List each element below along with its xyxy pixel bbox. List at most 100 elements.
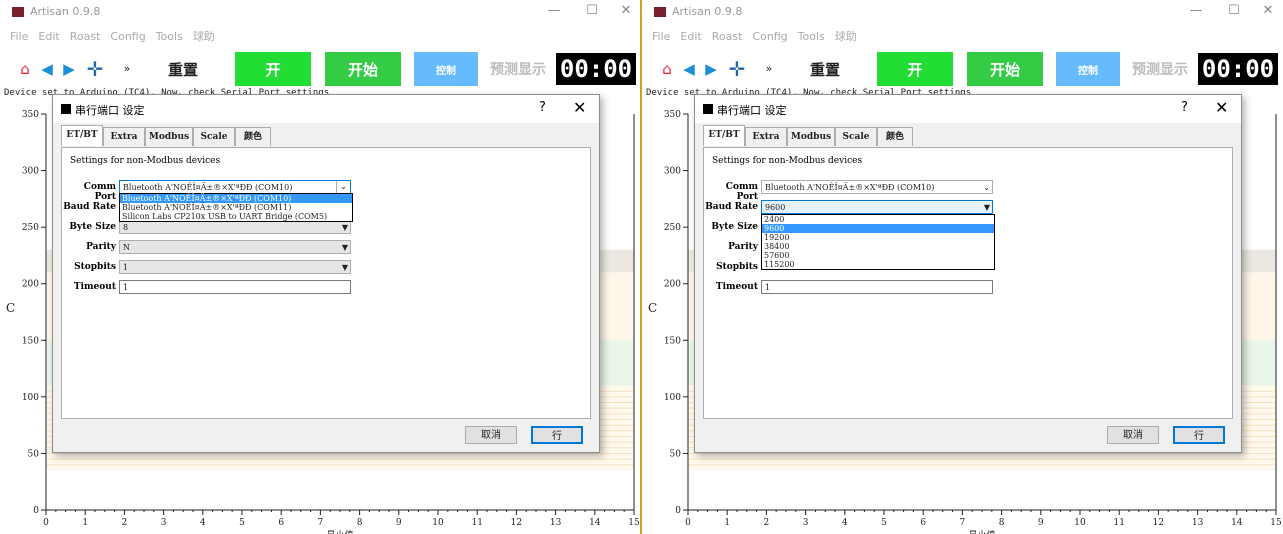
- y-tick-label: 300: [664, 167, 681, 177]
- parity-select[interactable]: N ▼: [119, 240, 351, 254]
- control-button[interactable]: 控制: [1056, 52, 1120, 86]
- tab-modbus[interactable]: Modbus: [145, 127, 193, 146]
- stopbits-label: Stopbits: [74, 262, 116, 272]
- menu-help[interactable]: 球助: [193, 28, 215, 44]
- tab-scale[interactable]: Scale: [835, 127, 877, 146]
- menu-help[interactable]: 球助: [835, 28, 857, 44]
- control-button[interactable]: 控制: [414, 52, 478, 86]
- timer-lcd: 00:00: [1198, 53, 1278, 85]
- back-icon[interactable]: ◀: [38, 60, 56, 78]
- tab-et-bt[interactable]: ET/BT: [703, 125, 745, 146]
- byte-size-value: 8: [123, 223, 129, 232]
- pan-icon[interactable]: ✛: [728, 59, 746, 79]
- x-tick-label: 11: [1113, 518, 1124, 528]
- menu-edit[interactable]: Edit: [38, 30, 59, 43]
- stopbits-select[interactable]: 1 ▼: [119, 260, 351, 274]
- comm-port-value: Bluetooth A'NOÊÎ¤Ä±®×X'ªÐÐ (COM10): [123, 183, 293, 192]
- help-icon[interactable]: ?: [539, 100, 546, 115]
- baud-rate-select[interactable]: 9600 ▼: [761, 200, 993, 214]
- menu-config[interactable]: Config: [752, 30, 787, 43]
- popup-option[interactable]: 2400: [762, 215, 994, 224]
- menu-roast[interactable]: Roast: [70, 30, 101, 43]
- close-icon[interactable]: ✕: [1258, 3, 1278, 18]
- menu-file[interactable]: File: [652, 30, 670, 43]
- dropdown-arrow-icon[interactable]: ▼: [984, 201, 990, 215]
- menu-tools[interactable]: Tools: [798, 30, 825, 43]
- minimize-icon[interactable]: —: [1186, 3, 1206, 18]
- ok-button[interactable]: 行: [1173, 426, 1225, 444]
- start-button[interactable]: 开始: [325, 52, 401, 86]
- reset-button[interactable]: 重置: [145, 52, 221, 86]
- back-icon[interactable]: ◀: [680, 60, 698, 78]
- dropdown-arrow-icon[interactable]: ▼: [342, 241, 348, 255]
- menu-config[interactable]: Config: [110, 30, 145, 43]
- start-button[interactable]: 开始: [967, 52, 1043, 86]
- cancel-button[interactable]: 取消: [465, 426, 517, 444]
- comm-port-select[interactable]: Bluetooth A'NOÊÎ¤Ä±®×X'ªÐÐ (COM10) ⌄: [761, 180, 993, 194]
- close-icon[interactable]: ✕: [616, 3, 636, 18]
- help-icon[interactable]: ?: [1181, 100, 1188, 115]
- dropdown-arrow-icon[interactable]: ▼: [342, 261, 348, 275]
- y-tick-label: 50: [28, 449, 40, 459]
- x-tick-label: 3: [803, 518, 809, 528]
- popup-option[interactable]: 115200: [762, 260, 994, 269]
- more-icon[interactable]: »: [118, 60, 136, 78]
- timeout-input[interactable]: 1: [761, 280, 993, 294]
- popup-option[interactable]: Bluetooth A'NOÊÎ¤Ä±®×X'ªÐÐ (COM11): [120, 203, 352, 212]
- y-tick-label: 100: [22, 393, 39, 403]
- dropdown-arrow-icon[interactable]: ▼: [342, 221, 348, 235]
- menu-tools[interactable]: Tools: [156, 30, 183, 43]
- dialog-icon: [703, 104, 713, 114]
- parity-value: N: [123, 243, 130, 252]
- tab-color[interactable]: 颜色: [235, 127, 271, 146]
- on-button[interactable]: 开: [235, 52, 311, 86]
- app-icon: [12, 7, 24, 17]
- menu-edit[interactable]: Edit: [680, 30, 701, 43]
- comm-port-popup: Bluetooth A'NOÊÎ¤Ä±®×X'ªÐÐ (COM10) Bluet…: [119, 193, 353, 222]
- tab-extra[interactable]: Extra: [745, 127, 787, 146]
- timeout-input[interactable]: 1: [119, 280, 351, 294]
- cancel-button[interactable]: 取消: [1107, 426, 1159, 444]
- tab-et-bt[interactable]: ET/BT: [61, 125, 103, 146]
- reset-button[interactable]: 重置: [787, 52, 863, 86]
- maximize-icon[interactable]: ☐: [582, 3, 602, 18]
- menu-roast[interactable]: Roast: [712, 30, 743, 43]
- popup-option[interactable]: Silicon Labs CP210x USB to UART Bridge (…: [120, 212, 352, 221]
- toolbar: ⌂ ◀ ▶ ✛ » 重置 开 开始 控制 预测显示 00:00: [0, 48, 640, 88]
- home-icon[interactable]: ⌂: [16, 60, 34, 78]
- tab-color[interactable]: 颜色: [877, 127, 913, 146]
- tab-modbus[interactable]: Modbus: [787, 127, 835, 146]
- tab-extra[interactable]: Extra: [103, 127, 145, 146]
- maximize-icon[interactable]: ☐: [1224, 3, 1244, 18]
- chevron-down-icon[interactable]: ⌄: [983, 181, 990, 195]
- timeout-label: Timeout: [715, 282, 758, 292]
- dialog-close-icon[interactable]: ✕: [1215, 98, 1228, 117]
- x-tick-label: 10: [432, 518, 444, 528]
- x-tick-label: 5: [239, 518, 245, 528]
- byte-size-select[interactable]: 8 ▼: [119, 220, 351, 234]
- popup-option[interactable]: Bluetooth A'NOÊÎ¤Ä±®×X'ªÐÐ (COM10): [120, 194, 352, 203]
- ok-button[interactable]: 行: [531, 426, 583, 444]
- popup-option[interactable]: 57600: [762, 251, 994, 260]
- home-icon[interactable]: ⌂: [658, 60, 676, 78]
- comm-port-select[interactable]: Bluetooth A'NOÊÎ¤Ä±®×X'ªÐÐ (COM10) ⌄: [119, 180, 351, 194]
- chevron-down-icon[interactable]: ⌄: [336, 181, 350, 193]
- tab-scale[interactable]: Scale: [193, 127, 235, 146]
- projection-button[interactable]: 预测显示: [486, 52, 550, 86]
- minimize-icon[interactable]: —: [544, 3, 564, 18]
- x-tick-label: 5: [881, 518, 887, 528]
- forward-icon[interactable]: ▶: [702, 60, 720, 78]
- intro-text: Settings for non-Modbus devices: [712, 156, 863, 166]
- dialog-close-icon[interactable]: ✕: [573, 98, 586, 117]
- forward-icon[interactable]: ▶: [60, 60, 78, 78]
- dialog-title: 串行端口 设定: [75, 104, 145, 117]
- popup-option[interactable]: 9600: [762, 224, 994, 233]
- projection-button[interactable]: 预测显示: [1128, 52, 1192, 86]
- pan-icon[interactable]: ✛: [86, 59, 104, 79]
- menu-file[interactable]: File: [10, 30, 28, 43]
- popup-option[interactable]: 19200: [762, 233, 994, 242]
- on-button[interactable]: 开: [877, 52, 953, 86]
- more-icon[interactable]: »: [760, 60, 778, 78]
- timeout-label: Timeout: [73, 282, 116, 292]
- popup-option[interactable]: 38400: [762, 242, 994, 251]
